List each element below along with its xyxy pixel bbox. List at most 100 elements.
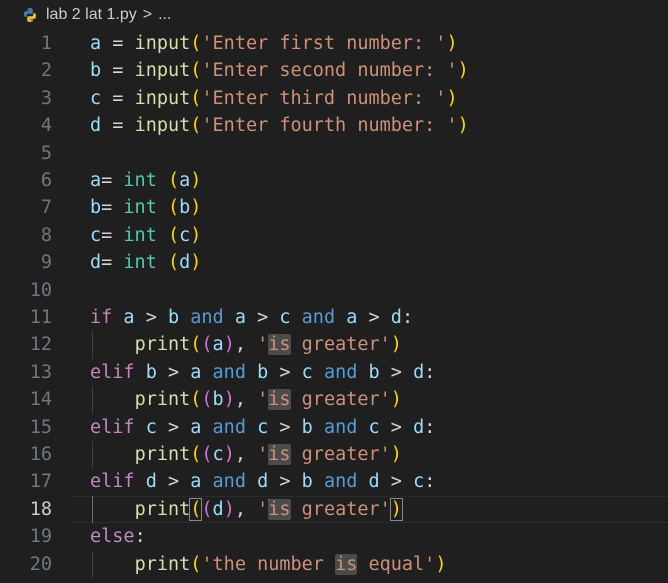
code-token: )	[435, 553, 447, 575]
code-token: '	[257, 389, 269, 411]
code-token: )	[390, 444, 402, 465]
code-line[interactable]: 7 b= int (b)	[0, 194, 668, 221]
code-token: )	[390, 334, 402, 356]
code-text: print((c), 'is greater')	[90, 441, 402, 468]
code-token: (	[167, 224, 180, 246]
code-token: 'the number	[201, 553, 336, 575]
code-line[interactable]: 19 else:	[0, 523, 668, 550]
code-token: c	[413, 471, 425, 493]
code-line[interactable]: 18 print((d), 'is greater')	[0, 495, 668, 524]
code-line[interactable]: 1 a = input('Enter first number: ')	[0, 30, 668, 57]
code-line[interactable]: 14 print((b), 'is greater')	[0, 386, 668, 414]
code-token: input	[134, 115, 191, 137]
code-line[interactable]: 20 print('the number is equal')	[0, 550, 668, 578]
line-number: 3	[40, 87, 52, 109]
code-token: )	[190, 252, 202, 274]
line-number: 17	[29, 471, 52, 493]
code-token: is	[268, 444, 291, 465]
code-token: c	[301, 361, 313, 383]
code-line[interactable]: 6 a= int (a)	[0, 167, 668, 194]
line-number: 8	[40, 224, 52, 246]
code-token: d	[90, 252, 102, 274]
code-token: b	[90, 60, 102, 82]
code-token: :	[134, 526, 146, 548]
code-token: (	[190, 444, 202, 465]
code-token: ,	[234, 444, 258, 465]
code-token: d	[212, 498, 224, 520]
code-token: )	[223, 444, 235, 465]
code-line[interactable]: 12 print((a), 'is greater')	[0, 331, 668, 359]
code-line[interactable]: 8 c= int (c)	[0, 222, 668, 249]
code-line[interactable]: 13 elif b > a and b > c and b > d:	[0, 359, 668, 386]
code-token: is	[335, 553, 358, 575]
breadcrumb-filename[interactable]: lab 2 lat 1.py	[46, 6, 137, 24]
code-token: d	[368, 471, 380, 493]
code-token: :	[424, 361, 436, 383]
line-number: 15	[29, 416, 52, 438]
code-token: a	[346, 307, 358, 328]
code-token: >	[268, 361, 302, 383]
code-line[interactable]: 9 d= int (d)	[0, 249, 668, 276]
code-token: (	[201, 389, 213, 411]
code-token: is	[268, 334, 291, 356]
code-token: =	[101, 60, 135, 82]
code-token: greater'	[290, 334, 391, 356]
code-line[interactable]: 10	[0, 277, 668, 304]
code-token: a	[179, 170, 191, 191]
code-token: >	[379, 361, 414, 383]
code-line[interactable]: 4 d = input('Enter fourth number: ')	[0, 112, 668, 139]
code-token: a	[190, 416, 202, 438]
code-token: :	[424, 471, 436, 493]
code-text: c = input('Enter third number: ')	[90, 85, 458, 112]
code-token: equal'	[357, 553, 436, 575]
code-token: :	[424, 416, 436, 438]
code-line[interactable]: 5	[0, 140, 668, 167]
code-token: (	[167, 197, 180, 219]
code-token: )	[446, 87, 458, 109]
code-text: print((a), 'is greater')	[90, 331, 402, 358]
code-token: c	[90, 224, 102, 246]
code-line[interactable]: 16 print((c), 'is greater')	[0, 441, 668, 469]
code-token: >	[134, 307, 168, 328]
code-token: b	[368, 361, 380, 383]
code-token: '	[257, 498, 269, 520]
code-token: =	[101, 87, 135, 109]
code-token: 'Enter first number: '	[201, 33, 447, 54]
code-token: print	[134, 553, 191, 575]
code-token: and	[323, 471, 358, 493]
code-line[interactable]: 15 elif c > a and c > b and c > d:	[0, 414, 668, 441]
code-token: )	[457, 115, 469, 137]
code-token: and	[301, 307, 336, 328]
code-token: (	[190, 60, 202, 82]
code-line[interactable]: 2 b = input('Enter second number: ')	[0, 57, 668, 84]
code-line[interactable]: 11 if a > b and a > c and a > d:	[0, 304, 668, 331]
code-token: greater'	[290, 498, 391, 520]
code-token: is	[268, 389, 291, 411]
code-editor[interactable]: 1a = input('Enter first number: ') 2 b = i…	[0, 30, 668, 583]
breadcrumb-more[interactable]: ...	[158, 6, 171, 24]
code-token: >	[156, 416, 191, 438]
code-text: else:	[90, 523, 146, 550]
code-token: =	[101, 33, 135, 54]
code-line[interactable]: 17 elif d > a and d > b and d > c:	[0, 468, 668, 495]
line-number: 14	[29, 389, 52, 411]
code-token: >	[156, 361, 191, 383]
code-token: >	[379, 471, 414, 493]
code-token: 'Enter fourth number: '	[201, 115, 458, 137]
code-token: >	[379, 416, 414, 438]
code-token: b	[257, 361, 269, 383]
code-line[interactable]: 3 c = input('Enter third number: ')	[0, 85, 668, 112]
code-token: )	[223, 389, 235, 411]
code-token: input	[134, 60, 191, 82]
